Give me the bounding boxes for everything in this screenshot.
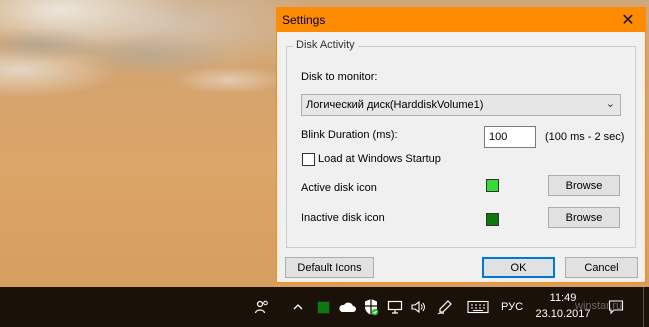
notifications-icon[interactable] bbox=[606, 297, 626, 317]
blink-hint: (100 ms - 2 sec) bbox=[545, 131, 625, 143]
startup-label[interactable]: Load at Windows Startup bbox=[318, 153, 441, 165]
close-icon: ✕ bbox=[621, 12, 635, 29]
active-icon-preview bbox=[486, 179, 499, 192]
blink-label: Blink Duration (ms): bbox=[301, 129, 398, 141]
default-icons-label: Default Icons bbox=[297, 261, 362, 274]
volume-icon[interactable] bbox=[409, 297, 427, 317]
title-bar[interactable]: Settings ✕ bbox=[277, 8, 645, 32]
keyboard-icon[interactable] bbox=[466, 297, 490, 317]
browse-label: Browse bbox=[565, 211, 603, 224]
disk-label: Disk to monitor: bbox=[301, 71, 378, 83]
disk-activity-icon[interactable] bbox=[316, 297, 330, 317]
blink-duration-input[interactable] bbox=[484, 126, 536, 148]
show-desktop-button[interactable] bbox=[643, 287, 649, 327]
inactive-icon-preview bbox=[486, 213, 499, 226]
network-icon[interactable] bbox=[386, 297, 404, 317]
inactive-icon-label: Inactive disk icon bbox=[301, 212, 385, 224]
startup-checkbox[interactable] bbox=[302, 153, 315, 166]
close-button[interactable]: ✕ bbox=[611, 8, 645, 32]
inactive-browse-button[interactable]: Browse bbox=[548, 207, 620, 228]
browse-label: Browse bbox=[565, 179, 603, 192]
taskbar: РУС 11:49 23.10.2017 winstar.ru bbox=[0, 287, 649, 327]
disk-select-value: Логический диск(HarddiskVolume1) bbox=[306, 99, 484, 111]
ok-label: OK bbox=[510, 261, 527, 274]
language-indicator[interactable]: РУС bbox=[497, 297, 527, 317]
ok-button[interactable]: OK bbox=[482, 257, 555, 278]
active-icon-label: Active disk icon bbox=[301, 182, 377, 194]
default-icons-button[interactable]: Default Icons bbox=[285, 257, 374, 278]
pen-icon[interactable] bbox=[436, 297, 454, 317]
language-label: РУС bbox=[500, 301, 524, 313]
active-browse-button[interactable]: Browse bbox=[548, 175, 620, 196]
dialog-title: Settings bbox=[282, 13, 326, 27]
chevron-down-icon: ⌄ bbox=[605, 98, 615, 110]
cancel-button[interactable]: Cancel bbox=[565, 257, 638, 278]
defender-icon[interactable] bbox=[362, 297, 380, 317]
cancel-label: Cancel bbox=[584, 261, 619, 274]
settings-dialog: Settings ✕ Disk Activity Disk to monitor… bbox=[276, 7, 646, 283]
onedrive-icon[interactable] bbox=[337, 297, 357, 317]
chevron-up-icon[interactable] bbox=[290, 297, 306, 317]
people-icon[interactable] bbox=[253, 297, 271, 317]
disk-select[interactable]: Логический диск(HarddiskVolume1) ⌄ bbox=[301, 94, 621, 116]
group-label: Disk Activity bbox=[293, 39, 358, 51]
